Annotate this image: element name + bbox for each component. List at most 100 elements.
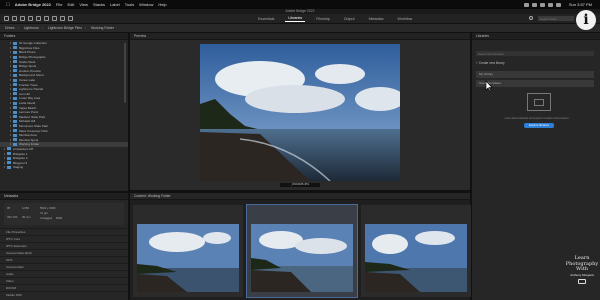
workspace-workflow[interactable]: Workflow — [395, 16, 416, 22]
breadcrumb: Drives › Lightroom › Lightroom Bridge Fi… — [0, 24, 600, 33]
get-photos-icon[interactable] — [36, 16, 41, 21]
disclosure-triangle-icon[interactable] — [4, 166, 5, 169]
disclosure-triangle-icon[interactable] — [10, 88, 11, 91]
disclosure-triangle-icon[interactable] — [10, 42, 11, 45]
back-icon[interactable] — [4, 16, 9, 21]
disclosure-triangle-icon[interactable] — [10, 115, 11, 118]
menu-help[interactable]: Help — [158, 2, 166, 7]
tray-icon[interactable] — [523, 2, 529, 7]
apple-icon[interactable]:  — [6, 2, 10, 8]
breadcrumb-item[interactable]: Working Folder — [91, 26, 114, 30]
open-in-camera-raw-icon[interactable] — [52, 16, 57, 21]
breadcrumb-item[interactable]: Drives — [5, 26, 15, 30]
menu-app-name[interactable]: Adobe Bridge 2022 — [15, 2, 51, 7]
disclosure-triangle-icon[interactable] — [10, 60, 11, 63]
disclosure-triangle-icon[interactable] — [10, 138, 11, 141]
disclosure-triangle-icon[interactable] — [4, 147, 5, 150]
disclosure-triangle-icon[interactable] — [10, 46, 11, 49]
thumbnail[interactable] — [133, 205, 243, 297]
library-item[interactable]: My Library — [476, 71, 594, 78]
menu-view[interactable]: View — [79, 2, 88, 7]
preview-image[interactable] — [200, 44, 400, 181]
disclosure-triangle-icon[interactable] — [10, 102, 11, 105]
panel-title[interactable]: Preview — [130, 33, 470, 40]
metadata-section[interactable]: Mobile SDK — [0, 291, 128, 298]
panel-title[interactable]: Content: Working Folder — [130, 193, 470, 200]
folder-label: Mumbai Spots — [19, 137, 39, 142]
thumbnail-selected[interactable] — [246, 204, 358, 298]
panel-title[interactable]: Metadata — [0, 193, 128, 200]
workspace-libraries[interactable]: Libraries — [285, 15, 306, 22]
explore-libraries-button[interactable]: Explore libraries — [524, 123, 554, 128]
breadcrumb-item[interactable]: Lightroom — [24, 26, 39, 30]
refine-icon[interactable] — [44, 16, 49, 21]
metadata-section[interactable]: GPS — [0, 256, 128, 263]
disclosure-triangle-icon[interactable] — [10, 143, 11, 146]
thumbnail[interactable] — [361, 205, 471, 297]
info-icon[interactable]: i — [576, 10, 596, 30]
disclosure-triangle-icon[interactable] — [10, 51, 11, 54]
workspace-essentials[interactable]: Essentials — [255, 16, 277, 22]
folder-label: Canoe Lake — [19, 78, 36, 83]
menu-tools[interactable]: Tools — [125, 2, 134, 7]
metadata-section[interactable]: Video — [0, 277, 128, 284]
disclosure-triangle-icon[interactable] — [4, 152, 5, 155]
disclosure-triangle-icon[interactable] — [10, 79, 11, 82]
battery-icon[interactable] — [547, 2, 553, 7]
rotate-left-icon[interactable] — [60, 16, 65, 21]
panel-title[interactable]: Folders — [0, 33, 128, 40]
panel-title[interactable]: Libraries — [472, 33, 600, 40]
metadata-section[interactable]: Camera Data (Exif) — [0, 249, 128, 256]
disclosure-triangle-icon[interactable] — [10, 120, 11, 123]
metadata-section[interactable]: DICOM — [0, 284, 128, 291]
folder-label: Block Phone — [19, 50, 36, 55]
return-icon[interactable] — [28, 16, 33, 21]
scrollbar[interactable] — [124, 43, 126, 103]
mac-menu-bar:  Adobe Bridge 2022 File Edit View Stack… — [0, 0, 600, 9]
metadata-section[interactable]: IPTC Extension — [0, 242, 128, 249]
menu-clock[interactable]: Sun 3:57 PM — [569, 2, 592, 7]
workspace-filmstrip[interactable]: Filmstrip — [313, 16, 333, 22]
menu-window[interactable]: Window — [139, 2, 153, 7]
disclosure-triangle-icon[interactable] — [4, 161, 5, 164]
disclosure-triangle-icon[interactable] — [10, 124, 11, 127]
folder-label: Bridge Spots — [19, 64, 37, 69]
disclosure-triangle-icon[interactable] — [10, 134, 11, 137]
search-icon[interactable] — [529, 16, 533, 20]
disclosure-triangle-icon[interactable] — [10, 69, 11, 72]
menu-edit[interactable]: Edit — [67, 2, 74, 7]
metadata-section[interactable]: Camera Raw — [0, 263, 128, 270]
disclosure-triangle-icon[interactable] — [10, 92, 11, 95]
tray-icon[interactable] — [531, 2, 537, 7]
recent-folder-icon[interactable] — [20, 16, 25, 21]
disclosure-triangle-icon[interactable] — [10, 56, 11, 59]
workspace-metadata[interactable]: Metadata — [366, 16, 387, 22]
library-item[interactable]: Stock Templates — [476, 80, 594, 87]
disclosure-triangle-icon[interactable] — [10, 129, 11, 132]
create-library-button[interactable]: + Create new library — [476, 61, 505, 65]
search-input[interactable] — [538, 16, 574, 21]
metadata-section[interactable]: Audio — [0, 270, 128, 277]
rotate-right-icon[interactable] — [68, 16, 73, 21]
disclosure-triangle-icon[interactable] — [10, 106, 11, 109]
tray-icon[interactable] — [555, 2, 561, 7]
library-search-input[interactable] — [476, 51, 594, 56]
metadata-section[interactable]: File Properties — [0, 228, 128, 235]
metadata-section[interactable]: IPTC Core — [0, 235, 128, 242]
resolution-value: 72 ppi — [40, 211, 48, 215]
folder-label: Mumbai Area — [19, 133, 37, 138]
disclosure-triangle-icon[interactable] — [4, 157, 5, 160]
folder-item[interactable]: Staging — [0, 165, 128, 170]
disclosure-triangle-icon[interactable] — [10, 83, 11, 86]
disclosure-triangle-icon[interactable] — [10, 65, 11, 68]
wifi-icon[interactable] — [539, 2, 545, 7]
forward-icon[interactable] — [12, 16, 17, 21]
menu-stacks[interactable]: Stacks — [93, 2, 105, 7]
disclosure-triangle-icon[interactable] — [10, 74, 11, 77]
menu-file[interactable]: File — [56, 2, 62, 7]
breadcrumb-item[interactable]: Lightroom Bridge Files — [48, 26, 82, 30]
workspace-output[interactable]: Output — [341, 16, 358, 22]
disclosure-triangle-icon[interactable] — [10, 111, 11, 114]
menu-label[interactable]: Label — [110, 2, 120, 7]
disclosure-triangle-icon[interactable] — [10, 97, 11, 100]
